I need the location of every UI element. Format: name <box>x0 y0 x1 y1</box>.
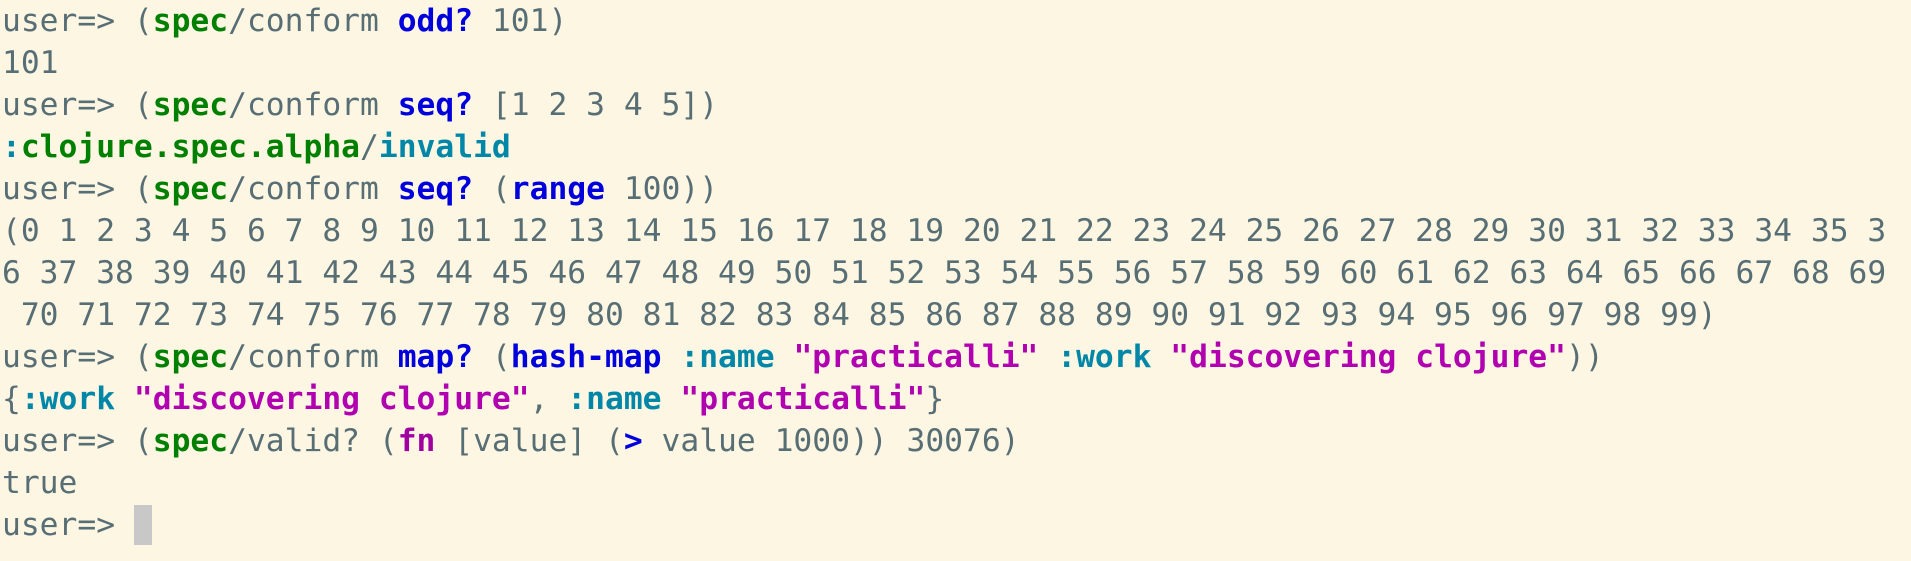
code-token: spec <box>152 423 229 459</box>
code-token: /conform <box>228 339 398 375</box>
code-token: "practicalli" <box>680 381 926 417</box>
code-token: (0 1 2 3 4 5 6 7 8 9 10 11 12 13 14 15 1… <box>2 213 1887 249</box>
repl-terminal[interactable]: user=> (spec/conform odd? 101) 101 user=> … <box>0 0 1911 561</box>
repl-input-line: user=> (spec/conform odd? 101) <box>2 0 1911 42</box>
text-cursor[interactable] <box>133 505 152 545</box>
code-token: :work <box>20 381 116 417</box>
code-token: /conform <box>228 3 398 39</box>
code-token: ( <box>133 339 153 375</box>
repl-prompt: user=> <box>2 87 134 123</box>
repl-output-line: 70 71 72 73 74 75 76 77 78 79 80 81 82 8… <box>2 294 1911 336</box>
code-token: 6 37 38 39 40 41 42 43 44 45 46 47 48 49… <box>2 255 1887 291</box>
code-token: clojure.spec.alpha <box>20 129 361 165</box>
code-token: true <box>2 465 78 501</box>
repl-output-line: {:work "discovering clojure", :name "pra… <box>2 378 1911 420</box>
repl-input-line: user=> (spec/conform map? (hash-map :nam… <box>2 336 1911 378</box>
code-token: 100)) <box>605 171 719 207</box>
code-token: :name <box>567 381 662 417</box>
code-token: > <box>623 423 643 459</box>
active-input-line: user=> <box>2 504 1911 546</box>
code-token: value 1000)) 30076) <box>642 423 1020 459</box>
code-token: "discovering clojure" <box>133 381 530 417</box>
repl-input-line: user=> (spec/conform seq? (range 100)) <box>2 168 1911 210</box>
repl-prompt: user=> <box>2 339 134 375</box>
repl-input-line: user=> (spec/valid? (fn [value] (> value… <box>2 420 1911 462</box>
code-token: ( <box>473 171 511 207</box>
code-token: :work <box>1057 339 1152 375</box>
code-token: ( <box>133 423 153 459</box>
code-token: } <box>925 381 945 417</box>
repl-prompt: user=> <box>2 507 134 543</box>
code-token: seq? <box>397 171 474 207</box>
code-token: fn <box>397 423 436 459</box>
code-token: /conform <box>228 87 398 123</box>
repl-input-line: user=> (spec/conform seq? [1 2 3 4 5]) <box>2 84 1911 126</box>
code-token: seq? <box>397 87 474 123</box>
code-token: invalid <box>378 129 511 165</box>
repl-output-line: :clojure.spec.alpha/invalid <box>2 126 1911 168</box>
repl-output-line: 101 <box>2 42 1911 84</box>
code-token: ( <box>473 339 511 375</box>
code-token: ( <box>133 87 153 123</box>
code-token: )) <box>1566 339 1604 375</box>
code-token: { <box>2 381 21 417</box>
code-token: "discovering clojure" <box>1170 339 1566 375</box>
code-token: odd? <box>397 3 474 39</box>
repl-prompt: user=> <box>2 171 134 207</box>
code-token: ( <box>133 171 153 207</box>
code-token: "practicalli" <box>793 339 1039 375</box>
code-token: range <box>510 171 605 207</box>
code-token: /valid? ( <box>228 423 398 459</box>
code-token: 70 71 72 73 74 75 76 77 78 79 80 81 82 8… <box>2 297 1717 333</box>
code-token: spec <box>152 339 229 375</box>
repl-output-line: (0 1 2 3 4 5 6 7 8 9 10 11 12 13 14 15 1… <box>2 210 1911 252</box>
code-token: : <box>2 129 21 165</box>
code-token: map? <box>397 339 474 375</box>
repl-output-line: 6 37 38 39 40 41 42 43 44 45 46 47 48 49… <box>2 252 1911 294</box>
code-token: [value] ( <box>435 423 624 459</box>
repl-prompt: user=> <box>2 3 134 39</box>
code-token: spec <box>152 87 229 123</box>
code-token: 101) <box>473 3 568 39</box>
code-token: :name <box>680 339 775 375</box>
code-token: 101 <box>2 45 59 81</box>
code-token: ( <box>133 3 153 39</box>
code-token: spec <box>152 171 229 207</box>
code-token: hash-map <box>510 339 662 375</box>
code-token: /conform <box>228 171 398 207</box>
code-token: [1 2 3 4 5]) <box>473 87 719 123</box>
repl-output-line: true <box>2 462 1911 504</box>
code-token: , <box>529 381 568 417</box>
repl-prompt: user=> <box>2 423 134 459</box>
code-token: spec <box>152 3 229 39</box>
code-token: / <box>360 129 379 165</box>
